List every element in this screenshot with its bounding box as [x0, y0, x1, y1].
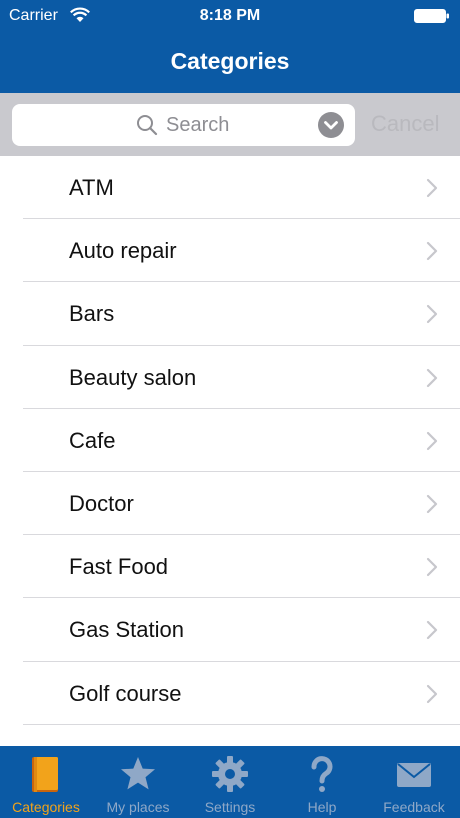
- chevron-right-icon: [426, 494, 438, 514]
- gear-icon: [212, 756, 248, 792]
- chevron-right-icon: [426, 368, 438, 387]
- list-item-label: Fast Food: [69, 554, 169, 580]
- star-icon: [121, 757, 155, 790]
- magnifier-icon: [137, 115, 158, 136]
- chevron-right-icon: [426, 684, 438, 703]
- chevron-right-icon: [426, 558, 438, 577]
- status-bar: Carrier 8:18 PM: [0, 0, 460, 32]
- search-placeholder: Search: [166, 114, 230, 136]
- list-item[interactable]: Fast Food: [0, 535, 460, 599]
- list-item-label: Bars: [69, 301, 115, 327]
- chevron-right-icon: [426, 621, 438, 640]
- chevron-right-icon: [426, 242, 438, 261]
- list-item[interactable]: ATM: [0, 156, 460, 220]
- chevron-right-icon: [426, 431, 438, 450]
- list-item[interactable]: Beauty salon: [0, 346, 460, 409]
- tab-label: Categories: [12, 799, 80, 815]
- tab-label: Feedback: [383, 799, 445, 815]
- search-input[interactable]: Search: [12, 104, 355, 146]
- battery-icon: [414, 9, 449, 23]
- list-item-label: ATM: [69, 175, 114, 200]
- list-item[interactable]: Golf course: [0, 662, 460, 725]
- status-time: 8:18 PM: [199, 7, 261, 24]
- list-item-label: Gas Station: [69, 617, 184, 643]
- list-item-label: Cafe: [69, 427, 116, 453]
- chevron-down-circle-icon[interactable]: [318, 112, 344, 138]
- question-icon: [311, 756, 333, 792]
- tab-my-places[interactable]: My places: [92, 746, 184, 818]
- chevron-right-icon: [426, 305, 438, 324]
- category-list: ATM Auto repair Bars Beauty salon Cafe Doctor…: [0, 156, 460, 746]
- tab-categories[interactable]: Categories: [0, 746, 92, 818]
- tab-feedback[interactable]: Feedback: [368, 746, 460, 818]
- cancel-button[interactable]: Cancel: [371, 111, 439, 137]
- list-item-label: Doctor: [69, 490, 134, 516]
- tab-bar: Categories My places Settings Help Feedback: [0, 746, 460, 818]
- list-item-label: Auto repair: [69, 238, 177, 264]
- chevron-right-icon: [426, 178, 438, 198]
- list-item[interactable]: Auto repair: [0, 219, 460, 283]
- tab-help[interactable]: Help: [276, 746, 368, 818]
- list-item-label: Golf course: [69, 680, 182, 706]
- book-icon: [32, 757, 58, 792]
- list-item[interactable]: Bars: [0, 282, 460, 346]
- list-item[interactable]: Gas Station: [0, 598, 460, 662]
- navigation-header: Carrier 8:18 PM Categories: [0, 0, 460, 93]
- search-bar: Search Cancel: [0, 93, 460, 156]
- tab-settings[interactable]: Settings: [184, 746, 276, 818]
- list-item[interactable]: Cafe: [0, 409, 460, 473]
- tab-label: My places: [106, 799, 170, 815]
- envelope-icon: [397, 763, 431, 787]
- list-item[interactable]: Doctor: [0, 472, 460, 536]
- tab-label: Help: [307, 799, 337, 815]
- page-title: Categories: [170, 48, 290, 74]
- list-item-label: Beauty salon: [69, 364, 197, 390]
- tab-label: Settings: [204, 799, 256, 815]
